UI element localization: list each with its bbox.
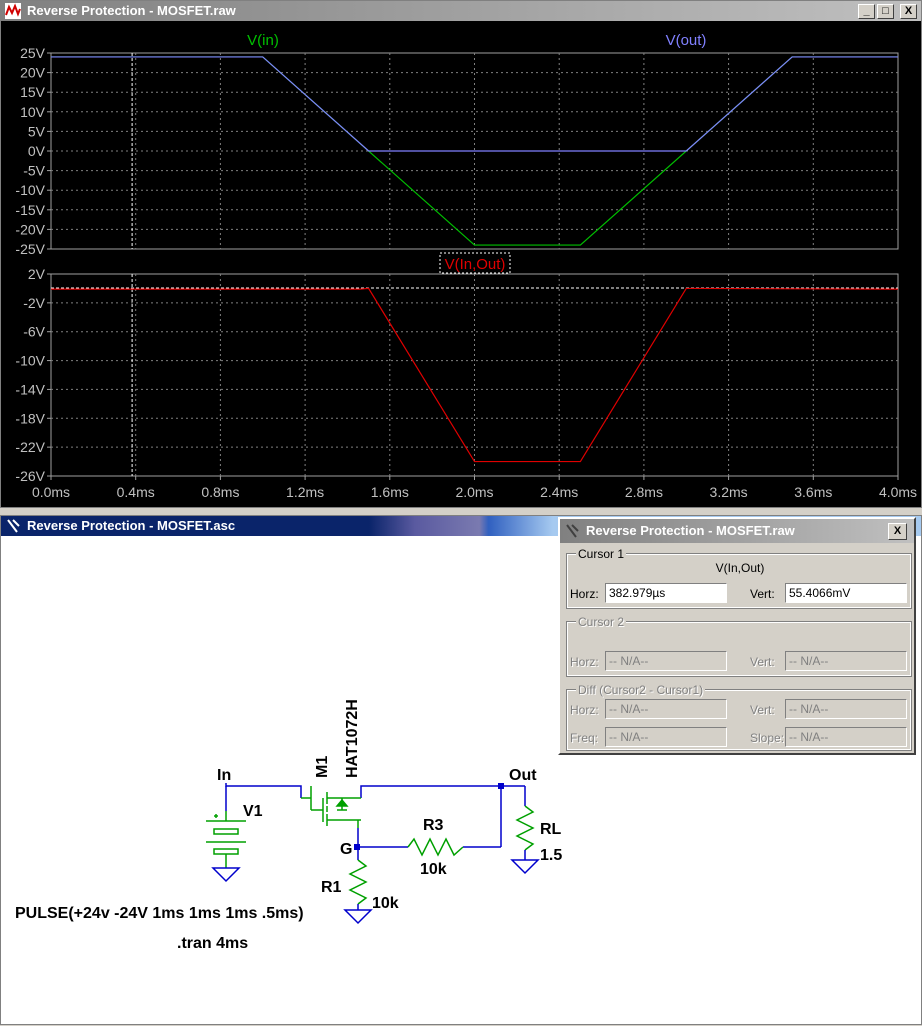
- y-tick-label: 15V: [20, 84, 46, 100]
- diff-slope-field[interactable]: -- N/A--: [785, 727, 907, 747]
- r1-resistor-symbol[interactable]: [348, 859, 368, 905]
- y-tick-label: -14V: [15, 381, 45, 397]
- x-tick-label: 2.4ms: [540, 484, 578, 500]
- plot-pane-top[interactable]: 25V 20V 15V 10V 5V 0V -5V -10V -15V -20V -25V V(in)…: [15, 32, 899, 257]
- y-tick-label: -20V: [15, 221, 45, 237]
- schematic-title: Reverse Protection - MOSFET.asc: [27, 518, 236, 533]
- close-button[interactable]: X: [900, 4, 917, 19]
- junction-g: [354, 844, 360, 850]
- r1-value: 10k: [372, 895, 399, 912]
- r3-label: R3: [423, 817, 444, 834]
- x-tick-label: 4.0ms: [879, 484, 917, 500]
- minimize-button[interactable]: _: [858, 4, 875, 19]
- v1-source-symbol[interactable]: [206, 811, 246, 868]
- cursor-dialog-close-button[interactable]: X: [888, 523, 907, 540]
- x-tick-label: 1.2ms: [286, 484, 324, 500]
- diff-freq-field[interactable]: -- N/A--: [605, 727, 727, 747]
- y-tick-label: -25V: [15, 241, 45, 257]
- y-tick-label: 10V: [20, 104, 46, 120]
- m1-mosfet-symbol[interactable]: [301, 786, 361, 828]
- x-tick-label: 1.6ms: [371, 484, 409, 500]
- y-tick-label: -10V: [15, 182, 45, 198]
- cursor1-vert-label: Vert:: [750, 587, 775, 601]
- y-tick-label: -26V: [15, 468, 45, 484]
- diff-vert-field[interactable]: -- N/A--: [785, 699, 907, 719]
- r1-label: R1: [321, 879, 342, 896]
- m1-label: M1: [314, 756, 331, 778]
- diff-vert-label: Vert:: [750, 703, 775, 717]
- junction-out: [498, 783, 504, 789]
- cursor1-vert-field[interactable]: 55.4066mV: [785, 583, 907, 603]
- diff-group: Diff (Cursor2 - Cursor1) Horz: -- N/A-- …: [566, 683, 912, 751]
- cursor1-trace-name: V(In,Out): [715, 561, 765, 575]
- y-tick-label: 5V: [28, 123, 46, 139]
- ground-symbol: [211, 867, 241, 883]
- plot-pane-bottom[interactable]: 2V -2V -6V -10V -14V -18V -22V -26V V(In,Out): [15, 252, 899, 484]
- ltspice-schematic-icon: [7, 519, 20, 533]
- y-tick-label: -15V: [15, 202, 45, 218]
- cursor1-horz-field[interactable]: 382.979µs: [605, 583, 727, 603]
- wires: [225, 783, 526, 860]
- cursor2-vert-label: Vert:: [750, 655, 775, 669]
- m1-model-label: HAT1072H: [344, 699, 361, 778]
- diff-horz-label: Horz:: [570, 703, 599, 717]
- cursor2-group: Cursor 2 Horz: -- N/A-- Vert: -- N/A--: [566, 615, 912, 677]
- tran-directive[interactable]: .tran 4ms: [177, 935, 248, 952]
- y-tick-label: 25V: [20, 45, 46, 61]
- rl-resistor-symbol[interactable]: [515, 805, 535, 851]
- net-label-out: Out: [509, 767, 537, 784]
- x-tick-label: 0.0ms: [32, 484, 70, 500]
- cursor2-horz-label: Horz:: [570, 655, 599, 669]
- x-tick-label: 2.8ms: [625, 484, 663, 500]
- y-tick-label: -5V: [23, 163, 45, 179]
- diff-slope-label: Slope:: [750, 731, 785, 745]
- y-tick-label: 2V: [28, 266, 46, 282]
- cursor2-vert-field[interactable]: -- N/A--: [785, 651, 907, 671]
- ground-symbol-r1: [343, 909, 373, 925]
- ltspice-waveform-icon: [5, 3, 21, 19]
- diff-freq-label: Freq:: [570, 731, 599, 745]
- net-label-g: G: [340, 841, 352, 858]
- cursor-dialog-title: Reverse Protection - MOSFET.raw: [586, 523, 795, 538]
- rl-label: RL: [540, 821, 562, 838]
- x-tick-label: 2.0ms: [455, 484, 493, 500]
- ground-symbol-rl: [510, 859, 540, 875]
- waveform-title: Reverse Protection - MOSFET.raw: [27, 3, 236, 18]
- x-tick-label: 0.8ms: [201, 484, 239, 500]
- net-label-in: In: [217, 767, 231, 784]
- y-tick-label: -18V: [15, 410, 45, 426]
- r3-value: 10k: [420, 861, 447, 878]
- y-tick-label: -10V: [15, 353, 45, 369]
- x-axis: 0.0ms 0.4ms 0.8ms 1.2ms 1.6ms 2.0ms 2.4ms 2.8ms…: [32, 476, 917, 500]
- diff-group-title: Diff (Cursor2 - Cursor1): [576, 683, 706, 697]
- ltspice-icon: [566, 524, 579, 538]
- x-tick-label: 3.6ms: [794, 484, 832, 500]
- cursor2-group-title: Cursor 2: [576, 615, 627, 629]
- cursor1-group-title: Cursor 1: [576, 547, 627, 561]
- x-tick-label: 0.4ms: [117, 484, 155, 500]
- trace-label[interactable]: V(In,Out): [445, 256, 506, 273]
- r3-resistor-symbol[interactable]: [407, 837, 464, 857]
- maximize-button[interactable]: □: [877, 4, 894, 19]
- v1-label: V1: [243, 803, 263, 820]
- diff-horz-field[interactable]: -- N/A--: [605, 699, 727, 719]
- waveform-window: Reverse Protection - MOSFET.raw _ □ X 25…: [0, 0, 922, 508]
- waveform-plot-area[interactable]: 25V 20V 15V 10V 5V 0V -5V -10V -15V -20V -25V V(in)…: [1, 21, 921, 507]
- cursor1-horz-label: Horz:: [570, 587, 599, 601]
- cursor-dialog-titlebar[interactable]: Reverse Protection - MOSFET.raw: [560, 519, 914, 543]
- y-tick-label: -6V: [23, 324, 45, 340]
- trace-label[interactable]: V(in): [247, 32, 279, 49]
- rl-value: 1.5: [540, 847, 562, 864]
- pulse-directive[interactable]: PULSE(+24v -24V 1ms 1ms 1ms .5ms): [15, 905, 304, 922]
- x-tick-label: 3.2ms: [710, 484, 748, 500]
- y-tick-label: 20V: [20, 65, 46, 81]
- cursor1-group: Cursor 1 V(In,Out) Horz: 382.979µs Vert:…: [566, 547, 912, 609]
- cursor2-horz-field[interactable]: -- N/A--: [605, 651, 727, 671]
- y-tick-label: -22V: [15, 439, 45, 455]
- y-tick-label: -2V: [23, 295, 45, 311]
- cursor-dialog: Reverse Protection - MOSFET.raw X Cursor…: [558, 517, 916, 755]
- trace-label[interactable]: V(out): [666, 32, 707, 49]
- y-tick-label: 0V: [28, 143, 46, 159]
- waveform-titlebar[interactable]: Reverse Protection - MOSFET.raw: [1, 1, 921, 21]
